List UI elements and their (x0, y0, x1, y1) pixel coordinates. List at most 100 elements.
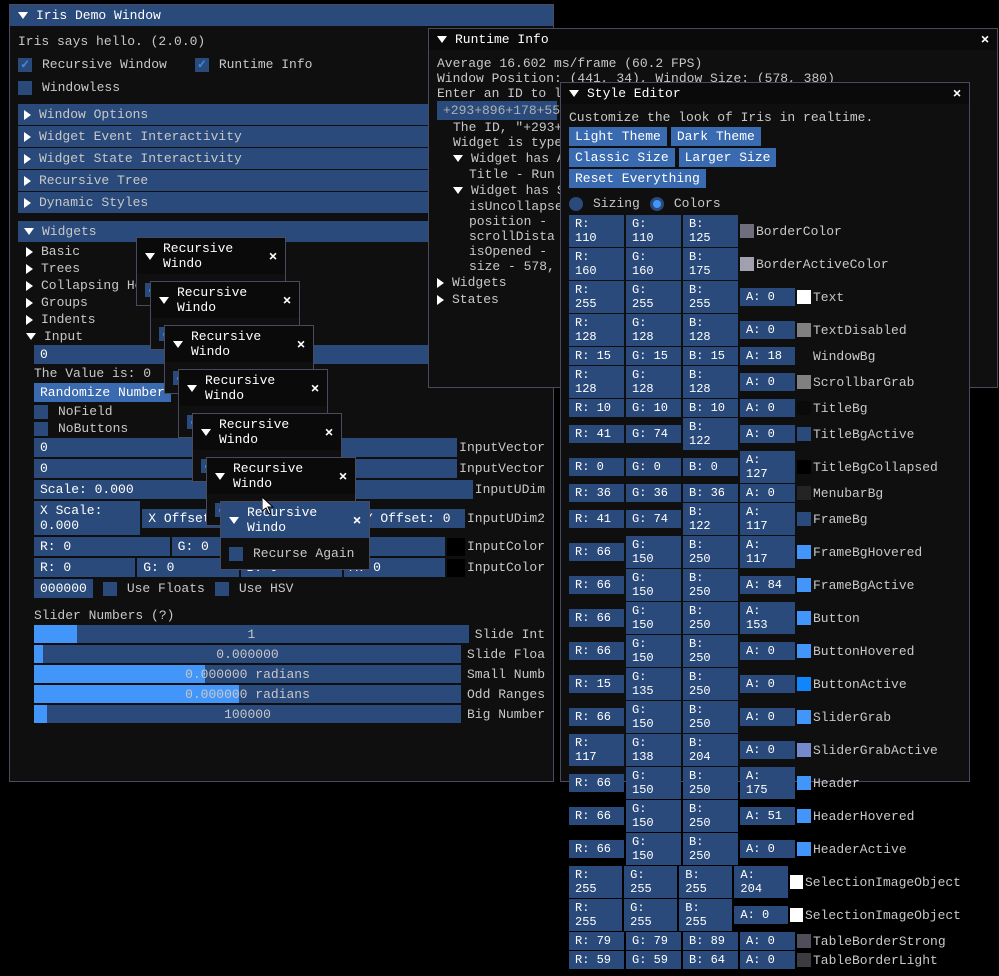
input-r[interactable]: R: 255 (569, 866, 622, 898)
input-g[interactable]: G: 255 (624, 899, 677, 931)
close-icon[interactable]: ✕ (339, 469, 347, 484)
color-swatch[interactable] (797, 427, 811, 441)
collapse-icon[interactable] (215, 473, 225, 480)
input-a[interactable]: A: 204 (734, 866, 787, 898)
close-icon[interactable]: ✕ (953, 86, 961, 101)
input-r[interactable]: R: 160 (569, 248, 624, 280)
checkbox-nofield[interactable] (34, 405, 48, 419)
input-b[interactable]: B: 250 (683, 602, 738, 634)
input-b[interactable]: B: 175 (683, 248, 738, 280)
close-icon[interactable]: ✕ (353, 513, 361, 528)
collapse-icon[interactable] (229, 517, 239, 524)
color4-swatch[interactable] (447, 559, 465, 577)
color-swatch[interactable] (797, 809, 811, 823)
input-b[interactable]: B: 125 (683, 215, 738, 247)
input-b[interactable]: B: 250 (683, 833, 738, 865)
color-swatch[interactable] (797, 644, 811, 658)
radio-sizing[interactable] (569, 197, 583, 211)
input-a[interactable]: A: 0 (740, 932, 795, 950)
slider-0[interactable]: 1 (34, 625, 469, 643)
color-swatch[interactable] (797, 934, 811, 948)
dark-theme-button[interactable]: Dark Theme (671, 127, 761, 146)
input-g[interactable]: G: 36 (626, 484, 681, 502)
recursive-titlebar[interactable]: Recursive Windo✕ (165, 326, 313, 362)
larger-size-button[interactable]: Larger Size (679, 148, 777, 167)
input-r[interactable]: R: 79 (569, 932, 624, 950)
input-b[interactable]: B: 255 (679, 899, 732, 931)
slider-4[interactable]: 100000 (34, 705, 461, 723)
input-r[interactable]: R: 36 (569, 484, 624, 502)
input-r[interactable]: R: 66 (569, 774, 624, 792)
input-b[interactable]: B: 255 (683, 281, 738, 313)
input-udim2-yoffset[interactable]: Y Offset: 0 (359, 509, 465, 528)
color-swatch[interactable] (797, 460, 811, 474)
close-icon[interactable]: ✕ (311, 381, 319, 396)
input-r[interactable]: R: 0 (569, 458, 624, 476)
input-a[interactable]: A: 18 (740, 347, 795, 365)
input-g[interactable]: G: 150 (626, 635, 681, 667)
collapse-icon[interactable] (201, 429, 211, 436)
reset-everything-button[interactable]: Reset Everything (569, 169, 706, 188)
input-b[interactable]: B: 250 (683, 800, 738, 832)
input-b[interactable]: B: 122 (683, 418, 738, 450)
classic-size-button[interactable]: Classic Size (569, 148, 675, 167)
input-r[interactable]: R: 66 (569, 642, 624, 660)
input-g[interactable]: G: 15 (626, 347, 681, 365)
recursive-titlebar[interactable]: Recursive Windo✕ (207, 458, 355, 494)
checkbox-recursive-window[interactable] (18, 58, 32, 72)
input-r[interactable]: R: 117 (569, 734, 624, 766)
collapse-icon[interactable] (18, 12, 28, 19)
slider-1[interactable]: 0.000000 (34, 645, 461, 663)
recursive-titlebar[interactable]: Recursive Windo✕ (193, 414, 341, 450)
color-swatch[interactable] (797, 486, 811, 500)
color-swatch[interactable] (797, 710, 811, 724)
close-icon[interactable]: ✕ (981, 32, 989, 47)
close-icon[interactable]: ✕ (269, 249, 277, 264)
recursive-titlebar[interactable]: Recursive Windo✕ (221, 502, 369, 538)
input-b[interactable]: B: 255 (679, 866, 732, 898)
input-a[interactable]: A: 117 (740, 503, 795, 535)
color-swatch[interactable] (797, 323, 811, 337)
checkbox-nobuttons[interactable] (34, 422, 48, 436)
input-r[interactable]: R: 66 (569, 708, 624, 726)
radio-colors[interactable] (650, 197, 664, 211)
input-g[interactable]: G: 150 (626, 701, 681, 733)
input-b[interactable]: B: 250 (683, 701, 738, 733)
input-r[interactable]: R: 15 (569, 347, 624, 365)
color-swatch[interactable] (797, 743, 811, 757)
checkbox-use-hsv[interactable] (215, 582, 229, 596)
recursive-titlebar[interactable]: Recursive Windo✕ (137, 238, 285, 274)
input-b[interactable]: B: 36 (683, 484, 738, 502)
input-b[interactable]: B: 250 (683, 635, 738, 667)
collapse-icon[interactable] (187, 385, 197, 392)
checkbox-use-floats[interactable] (103, 582, 117, 596)
input-b[interactable]: B: 64 (683, 951, 738, 969)
color3-swatch[interactable] (447, 538, 465, 556)
color-swatch[interactable] (797, 677, 811, 691)
close-icon[interactable]: ✕ (297, 337, 305, 352)
input-a[interactable]: A: 51 (740, 807, 795, 825)
input-a[interactable]: A: 84 (740, 576, 795, 594)
input-g[interactable]: G: 59 (626, 951, 681, 969)
slider-2[interactable]: 0.000000 radians (34, 665, 461, 683)
input-g[interactable]: G: 255 (626, 281, 681, 313)
input-r[interactable]: R: 10 (569, 399, 624, 417)
slider-3[interactable]: 0.000000 radians (34, 685, 461, 703)
color-swatch[interactable] (790, 875, 803, 889)
input-r[interactable]: R: 66 (569, 840, 624, 858)
input-g[interactable]: G: 74 (626, 510, 681, 528)
color-swatch[interactable] (797, 953, 811, 967)
input-b[interactable]: B: 0 (683, 458, 738, 476)
color-swatch[interactable] (797, 290, 811, 304)
color-swatch[interactable] (797, 611, 811, 625)
input-g[interactable]: G: 150 (626, 767, 681, 799)
input-r[interactable]: R: 255 (569, 281, 624, 313)
input-b[interactable]: B: 128 (683, 314, 738, 346)
input-a[interactable]: A: 175 (740, 767, 795, 799)
input-g[interactable]: G: 150 (626, 536, 681, 568)
input-b[interactable]: B: 250 (683, 569, 738, 601)
input-a[interactable]: A: 0 (740, 321, 795, 339)
input-b[interactable]: B: 128 (683, 366, 738, 398)
color-swatch[interactable] (797, 512, 811, 526)
input-g[interactable]: G: 138 (626, 734, 681, 766)
